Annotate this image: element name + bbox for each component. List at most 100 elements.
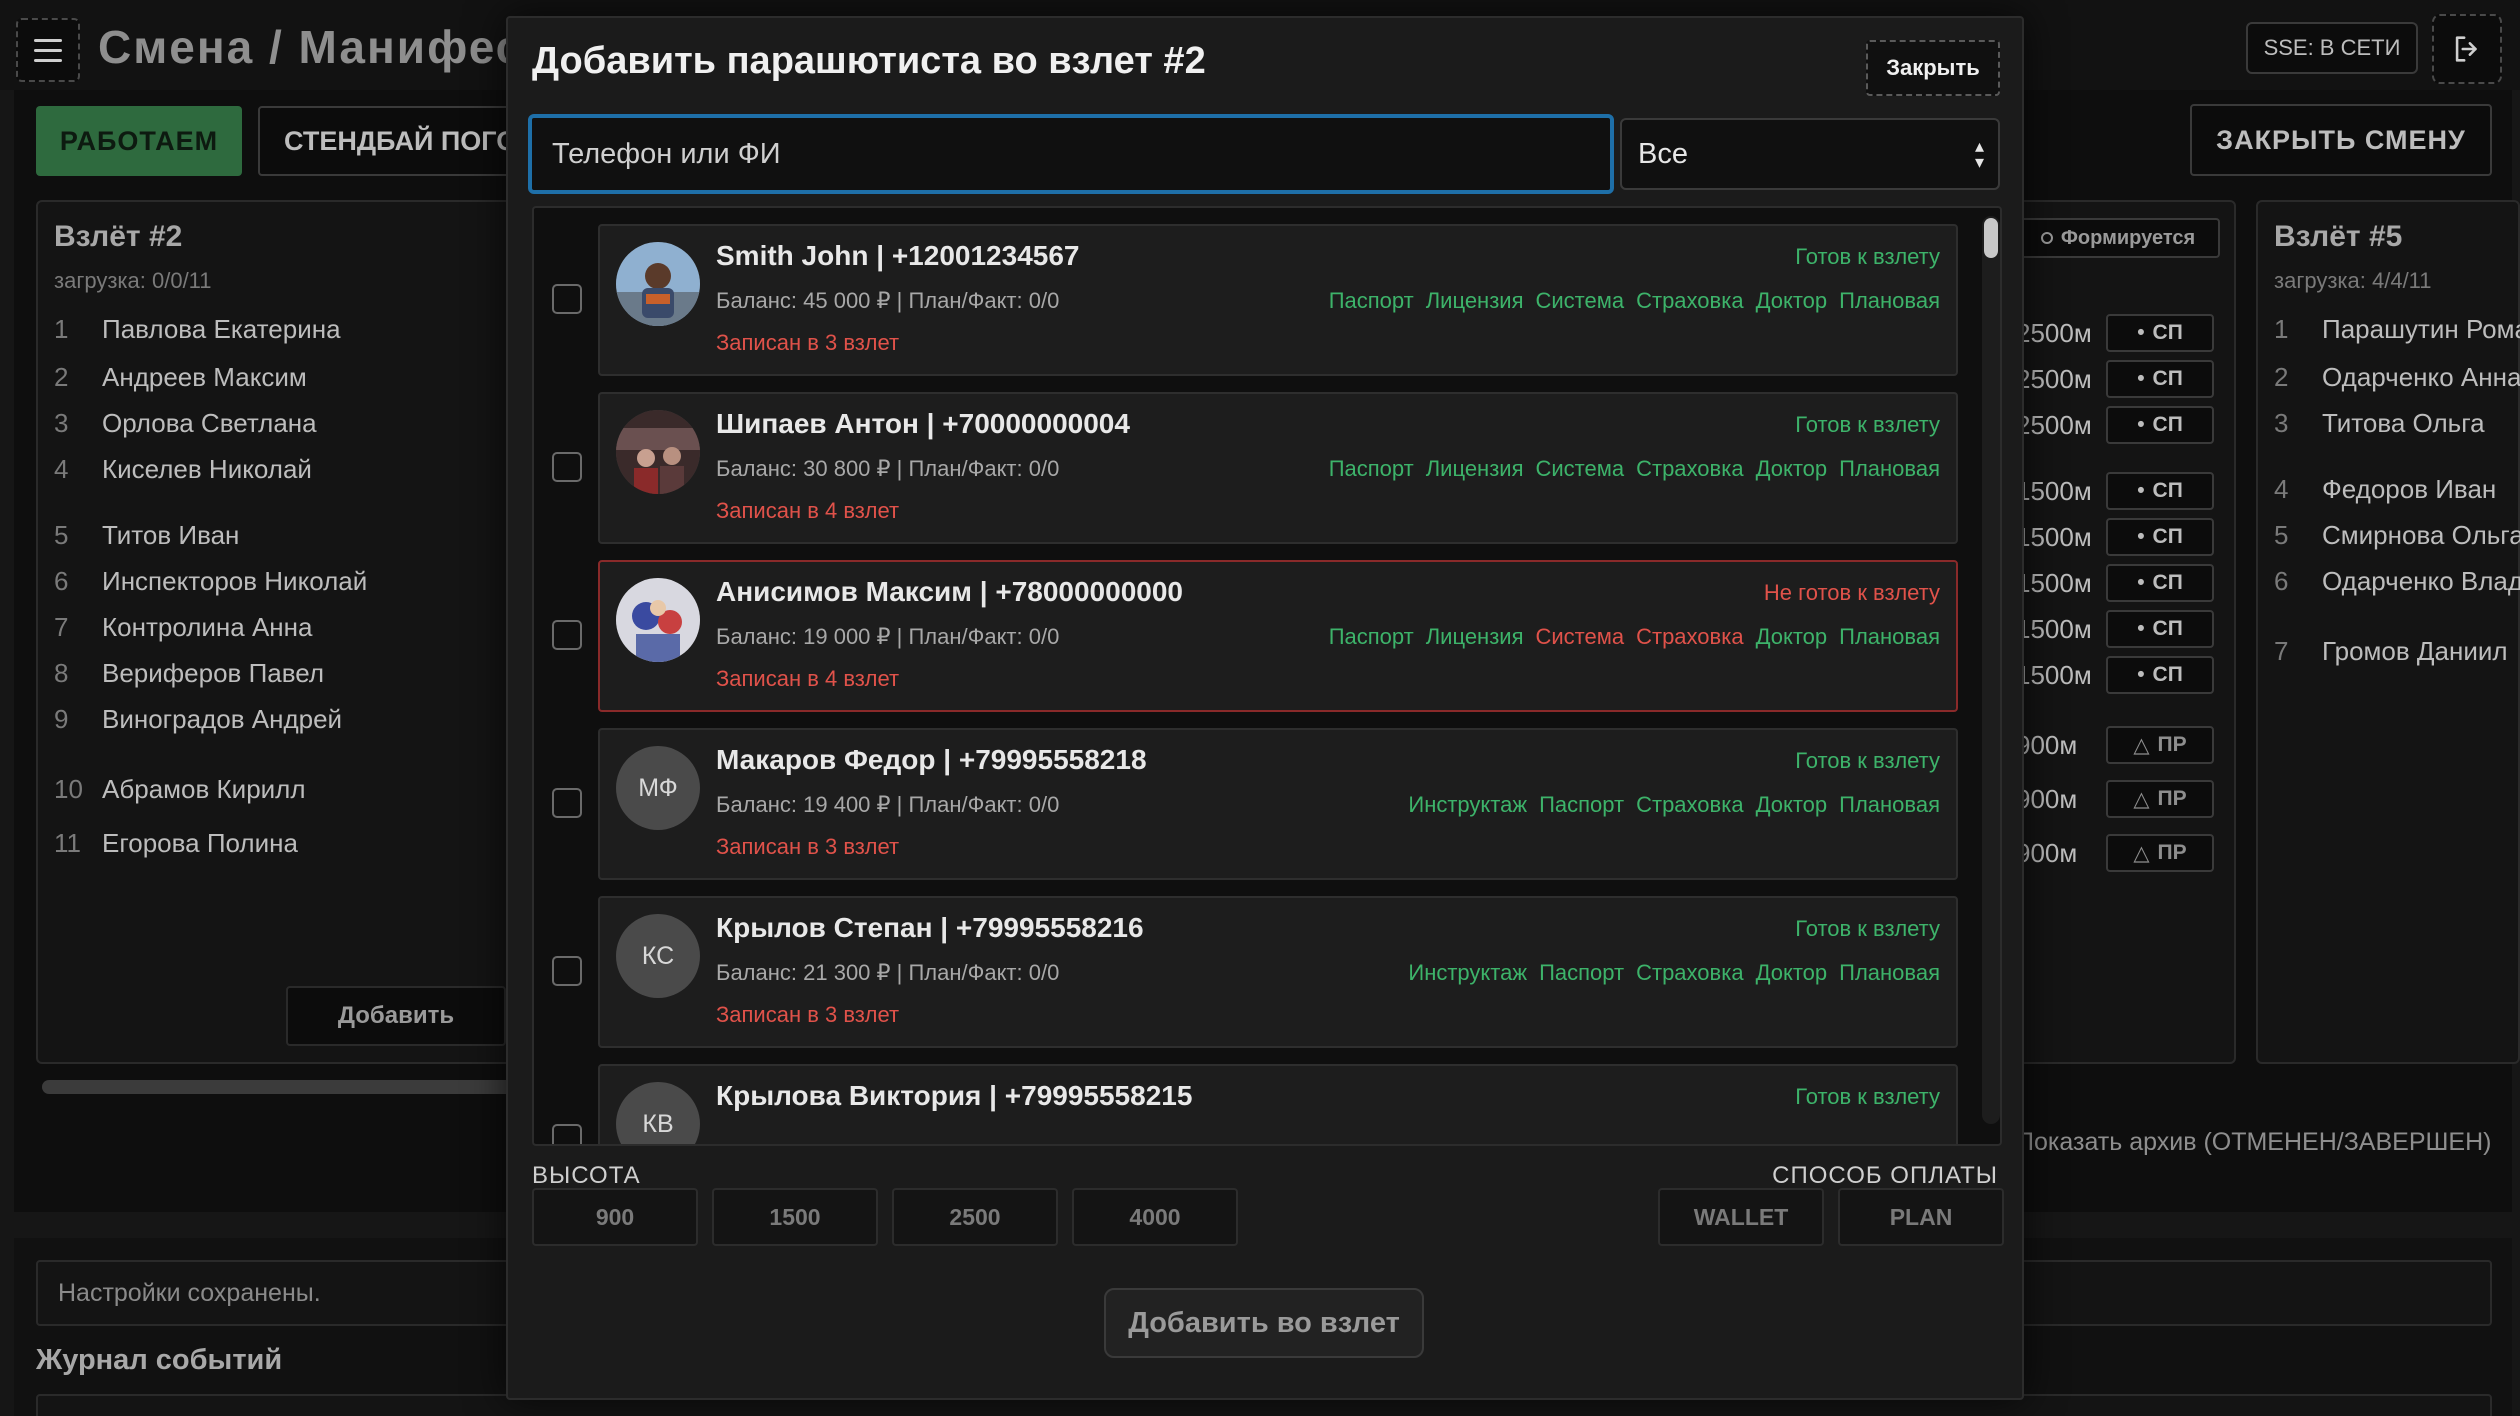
tag-sp: • СП: [2106, 406, 2214, 444]
triangle-icon: △: [2133, 787, 2150, 811]
tab-standby[interactable]: СТЕНДБАЙ ПОГОДА: [258, 106, 518, 176]
document-status: Доктор: [1755, 288, 1828, 313]
list-item-number: 6: [54, 566, 69, 596]
logout-icon[interactable]: [2432, 14, 2502, 84]
document-status: Паспорт: [1328, 456, 1414, 481]
status-badge: Формируется: [2016, 218, 2220, 258]
tag-label: СП: [2152, 571, 2183, 594]
scrollbar[interactable]: [1982, 216, 2000, 1124]
close-button[interactable]: Закрыть: [1866, 40, 2000, 96]
altitude-option[interactable]: 4000: [1072, 1188, 1238, 1246]
candidate-balance: Баланс: 30 800 ₽ | План/Факт: 0/0: [716, 456, 1060, 481]
filter-select[interactable]: Все ▴ ▾: [1620, 118, 2000, 190]
tag-pr: △ ПР: [2106, 834, 2214, 872]
dot-icon: •: [2137, 413, 2145, 436]
document-status: Система: [1535, 456, 1625, 481]
list-item-number: 4: [54, 454, 69, 484]
altitude-option[interactable]: 2500: [892, 1188, 1058, 1246]
close-shift-button[interactable]: ЗАКРЫТЬ СМЕНУ: [2190, 104, 2492, 176]
tag-label: СП: [2152, 617, 2183, 640]
candidate-card[interactable]: Анисимов Максим | +78000000000 Баланс: 19…: [598, 560, 1958, 712]
document-status: Инструктаж: [1408, 960, 1528, 985]
scroll-thumb[interactable]: [1984, 218, 1998, 258]
page-title: Смена / Манифест: [98, 21, 548, 73]
add-button[interactable]: Добавить: [286, 986, 506, 1046]
select-checkbox[interactable]: [552, 956, 582, 986]
dot-icon: •: [2137, 571, 2145, 594]
candidate-name: Smith John | +12001234567: [716, 240, 1080, 271]
document-status: Паспорт: [1539, 792, 1625, 817]
candidate-card[interactable]: КС Крылов Степан | +79995558216 Баланс: 21…: [598, 896, 1958, 1048]
tab-working[interactable]: РАБОТАЕМ: [36, 106, 242, 176]
altitude-value: 900м: [2016, 730, 2078, 760]
avatar: КС: [616, 914, 700, 998]
list-item-name: Титов Иван: [102, 520, 240, 550]
takeoff-card-2: Взлёт #2 загрузка: 0/0/11 1 Павлова Екате…: [36, 200, 516, 1064]
altitude-option[interactable]: 1500: [712, 1188, 878, 1246]
document-status-list: Паспорт Лицензия Система Страховка Доктор Пла…: [1329, 288, 1940, 314]
document-status: Доктор: [1755, 456, 1828, 481]
candidate-name: Крылова Виктория | +79995558215: [716, 1080, 1193, 1111]
list-item: 1 Парашутин Роман: [2274, 314, 2520, 345]
select-checkbox[interactable]: [552, 452, 582, 482]
altitude-value: 1500м: [2016, 660, 2092, 690]
altitude-label: ВЫСОТА: [532, 1162, 641, 1189]
altitude-option[interactable]: 900: [532, 1188, 698, 1246]
sse-status-badge: SSE: В СЕТИ: [2246, 22, 2418, 74]
list-item: 3 Орлова Светлана: [54, 408, 317, 439]
list-item-name: Виноградов Андрей: [102, 704, 343, 734]
menu-icon[interactable]: [16, 18, 80, 82]
altitude-value: 2500м: [2016, 410, 2092, 440]
tag-label: ПР: [2157, 787, 2187, 810]
list-item-number: 1: [54, 314, 69, 344]
document-status: Доктор: [1755, 792, 1828, 817]
payment-label: СПОСОБ ОПЛАТЫ: [1772, 1162, 1998, 1189]
document-status: Страховка: [1636, 792, 1744, 817]
tag-label: СП: [2152, 479, 2183, 502]
candidate-balance: Баланс: 21 300 ₽ | План/Факт: 0/0: [716, 960, 1060, 985]
document-status: Плановая: [1839, 792, 1940, 817]
takeoff-card-5: Взлёт #5 загрузка: 4/4/11 1 Парашутин Ром…: [2256, 200, 2520, 1064]
add-to-takeoff-button[interactable]: Добавить во взлет: [1104, 1288, 1424, 1358]
horizontal-scrollbar[interactable]: [42, 1080, 518, 1094]
select-checkbox[interactable]: [552, 284, 582, 314]
readiness-status: Готов к взлету: [1795, 916, 1940, 941]
candidate-card[interactable]: МФ Макаров Федор | +79995558218 Баланс: 19…: [598, 728, 1958, 880]
list-item: 5 Титов Иван: [54, 520, 239, 551]
list-item: 10 Абрамов Кирилл: [54, 774, 306, 805]
document-status: Паспорт: [1328, 288, 1414, 313]
list-item-number: 10: [54, 774, 83, 804]
tag-sp: • СП: [2106, 314, 2214, 352]
tag-pr: △ ПР: [2106, 780, 2214, 818]
candidate-balance: Баланс: 45 000 ₽ | План/Факт: 0/0: [716, 288, 1060, 313]
tag-label: СП: [2152, 367, 2183, 390]
select-checkbox[interactable]: [552, 620, 582, 650]
list-item: 3 Титова Ольга: [2274, 408, 2485, 439]
show-archive-link[interactable]: Показать архив (ОТМЕНЕН/ЗАВЕРШЕН): [2016, 1128, 2491, 1157]
list-item: 7 Громов Даниил: [2274, 636, 2508, 667]
list-item-name: Одарченко Влад: [2322, 566, 2520, 596]
payment-option[interactable]: PLAN: [1838, 1188, 2004, 1246]
search-input[interactable]: [528, 114, 1614, 194]
payment-option[interactable]: WALLET: [1658, 1188, 1824, 1246]
candidate-card[interactable]: Шипаев Антон | +70000000004 Баланс: 30 80…: [598, 392, 1958, 544]
candidate-card[interactable]: КВ Крылова Виктория | +79995558215 Готов к…: [598, 1064, 1958, 1144]
takeoff-title: Взлёт #2: [54, 220, 183, 253]
document-status: Паспорт: [1539, 960, 1625, 985]
list-item-name: Парашутин Роман: [2322, 314, 2520, 344]
avatar: [616, 242, 700, 326]
dot-icon: •: [2137, 663, 2145, 686]
altitude-value: 1500м: [2016, 522, 2092, 552]
list-item-number: 2: [54, 362, 69, 392]
list-item: 7 Контролина Анна: [54, 612, 312, 643]
altitude-value: 2500м: [2016, 318, 2092, 348]
dot-icon: •: [2137, 525, 2145, 548]
candidate-card[interactable]: Smith John | +12001234567 Баланс: 45 000 …: [598, 224, 1958, 376]
list-item-name: Громов Даниил: [2322, 636, 2508, 666]
select-checkbox[interactable]: [552, 1124, 582, 1144]
select-checkbox[interactable]: [552, 788, 582, 818]
list-item: 11 Егорова Полина: [54, 828, 298, 859]
candidate-list[interactable]: Smith John | +12001234567 Баланс: 45 000 …: [532, 206, 2002, 1146]
list-item: 8 Вериферов Павел: [54, 658, 324, 689]
list-item: 2 Одарченко Анна: [2274, 362, 2520, 393]
